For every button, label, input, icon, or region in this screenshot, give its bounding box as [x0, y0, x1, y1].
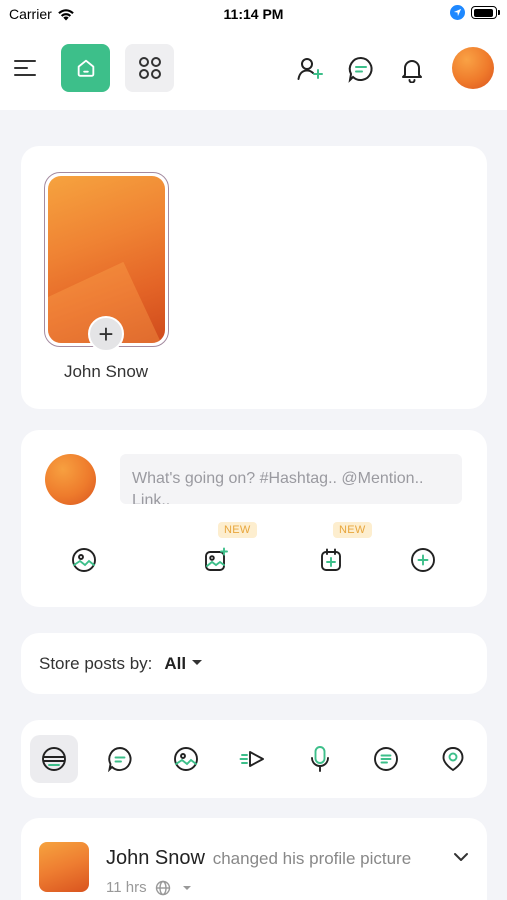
top-nav	[0, 28, 507, 110]
messages-button[interactable]	[346, 54, 376, 84]
calendar-add-icon	[321, 548, 341, 571]
location-icon	[442, 747, 464, 772]
microphone-icon	[311, 746, 329, 772]
story-user-name: John Snow	[63, 362, 149, 381]
post-author-avatar[interactable]	[39, 842, 89, 892]
image-add-icon	[205, 547, 228, 571]
post-filter: Store posts by: All	[21, 633, 487, 694]
post-input[interactable]: What's going on? #Hashtag.. @Mention.. L…	[120, 454, 462, 504]
apps-button[interactable]	[125, 44, 174, 92]
video-post-icon	[239, 751, 264, 767]
location-arrow-icon	[450, 5, 465, 20]
more-options-button[interactable]	[403, 540, 443, 580]
photo-post-button[interactable]	[162, 735, 210, 783]
chat-post-icon	[108, 747, 132, 772]
add-photo-button[interactable]	[64, 540, 104, 580]
feed-post: John Snow changed his profile picture 11…	[21, 818, 487, 900]
bell-icon	[402, 60, 422, 83]
status-bar: Carrier 11:14 PM	[0, 0, 507, 28]
add-user-button[interactable]	[295, 54, 325, 84]
post-time: 11 hrs	[106, 879, 147, 896]
status-right	[450, 5, 500, 20]
post-meta: 11 hrs	[106, 879, 191, 896]
battery-icon	[471, 6, 500, 19]
profile-avatar[interactable]	[452, 47, 494, 89]
photo-icon	[72, 548, 96, 572]
document-icon	[374, 747, 398, 771]
plus-circle-icon	[411, 548, 435, 572]
post-type-bar	[21, 720, 487, 798]
chat-icon	[348, 56, 373, 83]
globe-icon[interactable]	[155, 880, 171, 896]
app-screen: Carrier 11:14 PM + John Snow What's goin…	[0, 0, 507, 900]
chat-post-button[interactable]	[96, 735, 144, 783]
add-event-button[interactable]: NEW	[311, 522, 372, 580]
notifications-button[interactable]	[397, 54, 427, 84]
text-post-icon	[42, 747, 66, 771]
text-post-button[interactable]	[30, 735, 78, 783]
filter-label: Store posts by:	[39, 653, 153, 673]
filter-dropdown[interactable]: All	[164, 654, 186, 674]
add-story-button[interactable]: +	[88, 316, 124, 352]
new-badge: NEW	[218, 522, 257, 538]
add-user-icon	[297, 58, 323, 80]
location-post-button[interactable]	[429, 735, 477, 783]
plus-icon: +	[98, 319, 114, 349]
new-badge: NEW	[333, 522, 372, 538]
add-image-button[interactable]: NEW	[196, 522, 257, 580]
apps-grid-icon	[138, 57, 161, 79]
clock: 11:14 PM	[223, 6, 284, 22]
home-icon	[77, 59, 94, 77]
post-author-name[interactable]: John Snow	[106, 847, 205, 869]
post-header: John Snow changed his profile picture	[106, 847, 411, 870]
chevron-down-icon	[454, 853, 468, 861]
video-post-button[interactable]	[229, 735, 277, 783]
post-options-button[interactable]	[453, 850, 469, 868]
caret-down-icon[interactable]	[192, 660, 203, 665]
caret-down-icon[interactable]	[182, 885, 191, 890]
battery-level	[473, 8, 494, 17]
document-post-button[interactable]	[362, 735, 410, 783]
photo-post-icon	[174, 747, 198, 771]
audio-post-button[interactable]	[296, 735, 344, 783]
post-action-text: changed his profile picture	[212, 849, 412, 868]
composer-actions: NEW NEW	[21, 522, 487, 580]
post-composer: What's going on? #Hashtag.. @Mention.. L…	[21, 430, 487, 607]
home-button[interactable]	[61, 44, 110, 92]
composer-avatar	[45, 454, 96, 505]
stories-card: + John Snow	[21, 146, 487, 409]
menu-icon[interactable]	[12, 56, 38, 80]
